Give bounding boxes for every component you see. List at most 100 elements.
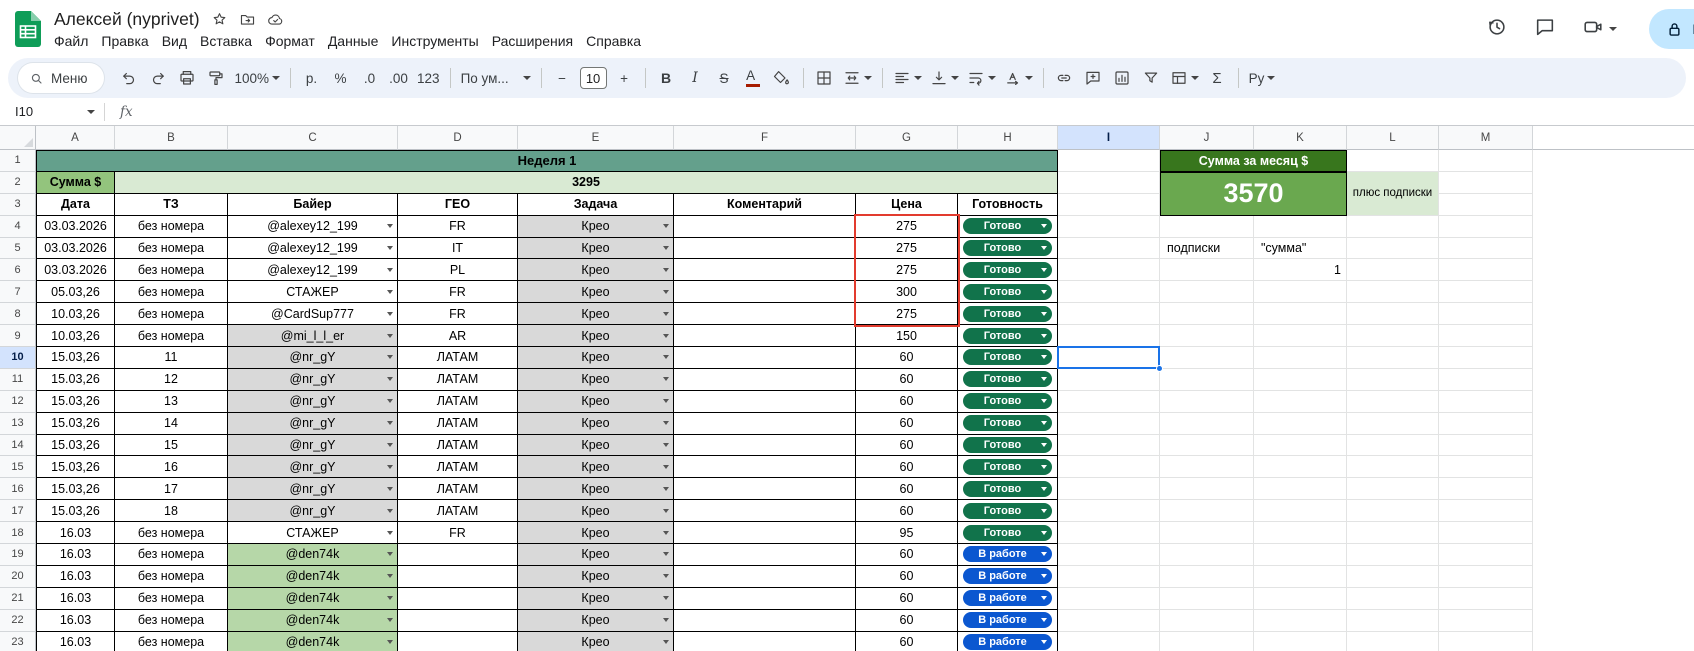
- cell-L20[interactable]: [1347, 565, 1439, 588]
- row-header-3[interactable]: 3: [0, 193, 36, 216]
- percent-format-button[interactable]: %: [327, 65, 354, 92]
- cell-M5[interactable]: [1439, 237, 1533, 260]
- cell-J14[interactable]: [1160, 434, 1254, 457]
- cell-buyer-12[interactable]: @nr_gY: [228, 390, 398, 413]
- row-header-6[interactable]: 6: [0, 259, 36, 282]
- cell-I7[interactable]: [1058, 281, 1160, 304]
- number-format-button[interactable]: 123: [414, 65, 443, 92]
- cell-I1[interactable]: [1058, 150, 1160, 172]
- italic-button[interactable]: I: [682, 65, 709, 92]
- column-header-C[interactable]: C: [228, 126, 398, 150]
- cell-tz-22[interactable]: без номера: [115, 609, 228, 632]
- text-wrap-button[interactable]: [964, 65, 999, 92]
- cell-comment-17[interactable]: [674, 500, 856, 523]
- cell-comment-4[interactable]: [674, 215, 856, 238]
- cell-task-10[interactable]: Крео: [518, 347, 674, 369]
- cell-date-12[interactable]: 15.03,26: [36, 390, 115, 413]
- cell-task-5[interactable]: Крео: [518, 237, 674, 260]
- decrease-decimals-button[interactable]: .0: [356, 65, 383, 92]
- cell-geo-17[interactable]: ЛАТАМ: [398, 500, 518, 523]
- cell-M3[interactable]: [1439, 193, 1533, 216]
- cell-L10[interactable]: [1347, 347, 1439, 369]
- cell-geo-20[interactable]: [398, 565, 518, 588]
- status-chip-11[interactable]: Готово: [963, 371, 1052, 388]
- cell-comment-9[interactable]: [674, 325, 856, 348]
- cell-tz-10[interactable]: 11: [115, 347, 228, 369]
- cell-task-18[interactable]: Крео: [518, 522, 674, 545]
- cell-task-15[interactable]: Крео: [518, 456, 674, 479]
- status-chip-23[interactable]: В работе: [963, 634, 1052, 651]
- cell-J20[interactable]: [1160, 565, 1254, 588]
- cell-geo-5[interactable]: IT: [398, 237, 518, 260]
- cell-task-19[interactable]: Крео: [518, 544, 674, 566]
- menu-item-1[interactable]: Файл: [54, 33, 88, 49]
- cell-I6[interactable]: [1058, 259, 1160, 282]
- cell-price-16[interactable]: 60: [856, 478, 958, 501]
- cell-L14[interactable]: [1347, 434, 1439, 457]
- cell-L23[interactable]: [1347, 631, 1439, 651]
- cell-date-10[interactable]: 15.03,26: [36, 347, 115, 369]
- cell-buyer-22[interactable]: @den74k: [228, 609, 398, 632]
- cell-date-13[interactable]: 15.03,26: [36, 412, 115, 435]
- cell-tz-21[interactable]: без номера: [115, 587, 228, 610]
- status-chip-6[interactable]: Готово: [963, 261, 1052, 278]
- menu-item-8[interactable]: Расширения: [492, 33, 573, 49]
- cell-price-21[interactable]: 60: [856, 587, 958, 610]
- cell-J19[interactable]: [1160, 544, 1254, 566]
- table-header-buyer[interactable]: Байер: [228, 193, 398, 216]
- text-color-button[interactable]: A: [740, 65, 767, 92]
- row-header-1[interactable]: 1: [0, 150, 36, 172]
- row-header-15[interactable]: 15: [0, 456, 36, 479]
- table-header-tz[interactable]: ТЗ: [115, 193, 228, 216]
- cell-task-16[interactable]: Крео: [518, 478, 674, 501]
- cell-comment-6[interactable]: [674, 259, 856, 282]
- column-header-L[interactable]: L: [1347, 126, 1439, 150]
- cell-comment-16[interactable]: [674, 478, 856, 501]
- paint-format-button[interactable]: [203, 65, 230, 92]
- cell-price-9[interactable]: 150: [856, 325, 958, 348]
- cell-J8[interactable]: [1160, 303, 1254, 326]
- cell-price-8[interactable]: 275: [856, 303, 958, 326]
- cell-L16[interactable]: [1347, 478, 1439, 501]
- cell-buyer-7[interactable]: СТАЖЕР: [228, 281, 398, 304]
- cell-J4[interactable]: [1160, 215, 1254, 238]
- cell-M10[interactable]: [1439, 347, 1533, 369]
- cell-K8[interactable]: [1254, 303, 1347, 326]
- column-header-J[interactable]: J: [1160, 126, 1254, 150]
- cell-L11[interactable]: [1347, 368, 1439, 391]
- cell-date-22[interactable]: 16.03: [36, 609, 115, 632]
- cell-task-14[interactable]: Крео: [518, 434, 674, 457]
- cell-comment-21[interactable]: [674, 587, 856, 610]
- cell-L4[interactable]: [1347, 215, 1439, 238]
- row-header-14[interactable]: 14: [0, 434, 36, 457]
- row-header-4[interactable]: 4: [0, 215, 36, 238]
- cell-M20[interactable]: [1439, 565, 1533, 588]
- cell-price-18[interactable]: 95: [856, 522, 958, 545]
- cell-K10[interactable]: [1254, 347, 1347, 369]
- cell-J17[interactable]: [1160, 500, 1254, 523]
- cell-K15[interactable]: [1254, 456, 1347, 479]
- cell-tz-14[interactable]: 15: [115, 434, 228, 457]
- cell-I12[interactable]: [1058, 390, 1160, 413]
- increase-decimals-button[interactable]: .00: [385, 65, 412, 92]
- row-header-13[interactable]: 13: [0, 412, 36, 435]
- column-header-E[interactable]: E: [518, 126, 674, 150]
- cell-M21[interactable]: [1439, 587, 1533, 610]
- borders-button[interactable]: [811, 65, 838, 92]
- cell-date-23[interactable]: 16.03: [36, 631, 115, 651]
- cell-M8[interactable]: [1439, 303, 1533, 326]
- name-box[interactable]: I10: [0, 104, 104, 119]
- cell-geo-19[interactable]: [398, 544, 518, 566]
- cell-I3[interactable]: [1058, 193, 1160, 216]
- table-header-price[interactable]: Цена: [856, 193, 958, 216]
- cell-geo-18[interactable]: FR: [398, 522, 518, 545]
- row-header-10[interactable]: 10: [0, 347, 36, 369]
- cell-M23[interactable]: [1439, 631, 1533, 651]
- cell-I2[interactable]: [1058, 171, 1160, 194]
- status-chip-22[interactable]: В работе: [963, 612, 1052, 629]
- cell-task-12[interactable]: Крео: [518, 390, 674, 413]
- cell-K22[interactable]: [1254, 609, 1347, 632]
- cell-tz-6[interactable]: без номера: [115, 259, 228, 282]
- cell-L19[interactable]: [1347, 544, 1439, 566]
- cell-task-11[interactable]: Крео: [518, 368, 674, 391]
